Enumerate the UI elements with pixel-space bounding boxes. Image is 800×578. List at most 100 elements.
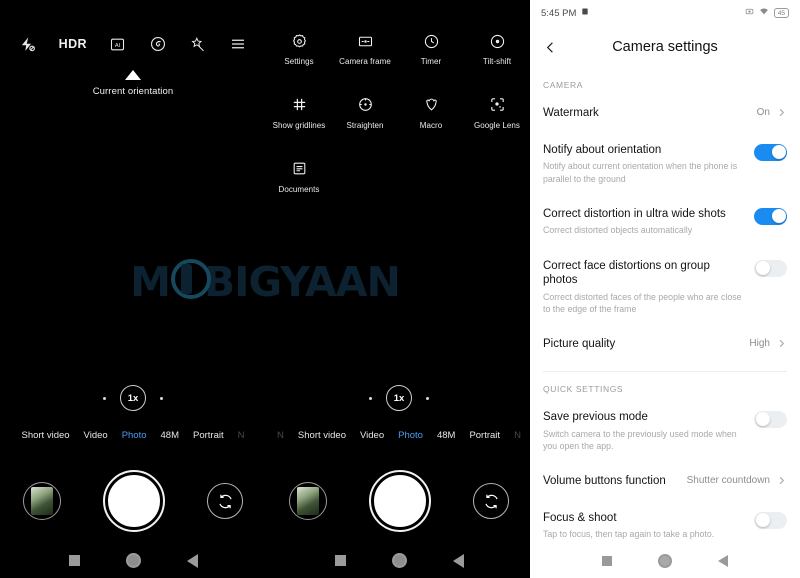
- svg-text:AI: AI: [115, 42, 121, 48]
- toggle-correct-distortion-ultrawide[interactable]: [754, 207, 787, 225]
- row-correct-distortion-ultrawide[interactable]: Correct distortion in ultra wide shots C…: [543, 196, 787, 248]
- row-volume-buttons-function-value: Shutter countdown: [686, 474, 770, 486]
- mode-edge-right-2[interactable]: N: [514, 430, 521, 441]
- mode-video-2[interactable]: Video: [360, 430, 384, 441]
- toggle-save-previous-mode[interactable]: [754, 410, 787, 428]
- row-correct-face-distortions-title: Correct face distortions on group photos: [543, 259, 710, 287]
- mode-edge-right[interactable]: N: [238, 430, 245, 441]
- nav-recents-icon-3[interactable]: [602, 556, 612, 566]
- menu-item-settings[interactable]: Settings: [266, 31, 332, 67]
- beautify-icon[interactable]: [189, 33, 206, 55]
- orientation-label: Current orientation: [92, 86, 174, 97]
- mode-48m[interactable]: 48M: [161, 430, 179, 441]
- row-save-previous-mode-main: Save previous mode Switch camera to the …: [543, 410, 746, 452]
- hdr-icon[interactable]: HDR: [59, 33, 87, 55]
- flash-off-icon[interactable]: [19, 33, 36, 55]
- mode-carousel-left[interactable]: Short video Video Photo 48M Portrait N: [0, 430, 266, 441]
- mode-portrait[interactable]: Portrait: [193, 430, 224, 441]
- nav-back-icon[interactable]: [186, 553, 198, 568]
- menu-item-macro[interactable]: Macro: [398, 95, 464, 131]
- row-watermark[interactable]: Watermark On: [543, 95, 787, 132]
- bokeh-icon[interactable]: [149, 33, 167, 55]
- nav-home-icon-2[interactable]: [391, 553, 407, 568]
- row-correct-distortion-ultrawide-main: Correct distortion in ultra wide shots C…: [543, 207, 746, 237]
- zoom-dot-right[interactable]: [160, 396, 163, 400]
- camera-top-toolbar: HDR AI: [0, 33, 266, 55]
- mode-48m-2[interactable]: 48M: [437, 430, 455, 441]
- toggle-correct-face-distortions[interactable]: [754, 259, 787, 277]
- camera-controls-right: [266, 470, 530, 532]
- mode-portrait-2[interactable]: Portrait: [469, 430, 500, 441]
- nav-home-icon-3[interactable]: [658, 554, 672, 568]
- menu-icon[interactable]: [229, 33, 247, 55]
- menu-item-show-gridlines[interactable]: Show gridlines: [266, 95, 332, 131]
- document-icon: [291, 159, 308, 179]
- zoom-dot-left-2[interactable]: [369, 396, 372, 400]
- row-picture-quality[interactable]: Picture quality High: [543, 326, 787, 363]
- nav-recents-icon-2[interactable]: [334, 555, 346, 566]
- gallery-thumbnail-button-2[interactable]: [289, 482, 327, 520]
- nav-recents-icon[interactable]: [68, 555, 80, 566]
- row-save-previous-mode-sub: Switch camera to the previously used mod…: [543, 428, 737, 451]
- back-button[interactable]: [543, 37, 563, 57]
- shutter-button[interactable]: [103, 470, 165, 532]
- row-notify-orientation[interactable]: Notify about orientation Notify about cu…: [543, 132, 787, 196]
- row-volume-buttons-function[interactable]: Volume buttons function Shutter countdow…: [543, 463, 787, 500]
- android-nav-bar-right: [266, 553, 530, 568]
- tilt-shift-icon: [489, 31, 506, 51]
- mode-photo[interactable]: Photo: [122, 430, 147, 441]
- toggle-focus-and-shoot[interactable]: [754, 511, 787, 529]
- mode-short-video[interactable]: Short video: [21, 430, 69, 441]
- row-correct-face-distortions[interactable]: Correct face distortions on group photos…: [543, 248, 787, 327]
- menu-item-documents[interactable]: Documents: [266, 159, 332, 195]
- row-correct-face-distortions-main: Correct face distortions on group photos…: [543, 259, 746, 316]
- nav-back-icon-3[interactable]: [718, 555, 728, 567]
- google-lens-icon: [489, 95, 506, 115]
- zoom-level-button-2[interactable]: 1x: [386, 385, 412, 411]
- mode-video[interactable]: Video: [84, 430, 108, 441]
- zoom-level-button[interactable]: 1x: [120, 385, 146, 411]
- zoom-dot-left[interactable]: [103, 396, 106, 400]
- app-bar: Camera settings: [530, 26, 800, 68]
- zoom-dot-right-2[interactable]: [426, 396, 429, 400]
- shutter-button-2[interactable]: [369, 470, 431, 532]
- nav-home-icon[interactable]: [125, 553, 141, 568]
- orientation-triangle-icon: [125, 70, 141, 80]
- toggle-notify-orientation[interactable]: [754, 143, 787, 161]
- android-nav-bar-settings: [530, 544, 800, 578]
- current-orientation-indicator: Current orientation: [0, 70, 266, 97]
- row-correct-distortion-ultrawide-title: Correct distortion in ultra wide shots: [543, 207, 726, 220]
- mode-edge-left-2[interactable]: N: [277, 430, 284, 441]
- clock-icon: [423, 31, 440, 51]
- nav-back-icon-2[interactable]: [452, 553, 464, 568]
- gallery-thumbnail-button[interactable]: [23, 482, 61, 520]
- menu-item-timer[interactable]: Timer: [398, 31, 464, 67]
- menu-item-google-lens[interactable]: Google Lens: [464, 95, 530, 131]
- menu-item-straighten[interactable]: Straighten: [332, 95, 398, 131]
- toggle-knob: [755, 261, 770, 276]
- switch-camera-button[interactable]: [207, 483, 243, 519]
- section-header-camera: CAMERA: [543, 80, 583, 90]
- toggle-knob: [771, 145, 786, 160]
- menu-item-tilt-shift[interactable]: Tilt-shift: [464, 31, 530, 67]
- mode-photo-2[interactable]: Photo: [398, 430, 423, 441]
- menu-label-macro: Macro: [419, 120, 443, 130]
- android-nav-bar-left: [0, 553, 266, 568]
- mode-short-video-2[interactable]: Short video: [298, 430, 346, 441]
- mode-carousel-right[interactable]: N Short video Video Photo 48M Portrait N: [266, 430, 530, 441]
- grid-icon: [291, 95, 308, 115]
- menu-item-camera-frame[interactable]: Camera frame: [332, 31, 398, 67]
- switch-camera-button-2[interactable]: [473, 483, 509, 519]
- page-title: Camera settings: [612, 39, 718, 55]
- row-picture-quality-value: High: [749, 338, 770, 350]
- status-time: 5:45 PM: [541, 7, 577, 19]
- row-volume-buttons-function-main: Volume buttons function: [543, 474, 679, 489]
- row-focus-and-shoot-sub: Tap to focus, then tap again to take a p…: [543, 529, 715, 540]
- row-save-previous-mode[interactable]: Save previous mode Switch camera to the …: [543, 399, 787, 463]
- ai-icon[interactable]: AI: [109, 33, 126, 55]
- wifi-icon: [759, 7, 769, 19]
- hdr-label: HDR: [58, 37, 87, 51]
- gallery-thumbnail-image: [31, 487, 53, 515]
- menu-label-camera-frame: Camera frame: [339, 57, 391, 66]
- row-focus-and-shoot-title: Focus & shoot: [543, 511, 617, 524]
